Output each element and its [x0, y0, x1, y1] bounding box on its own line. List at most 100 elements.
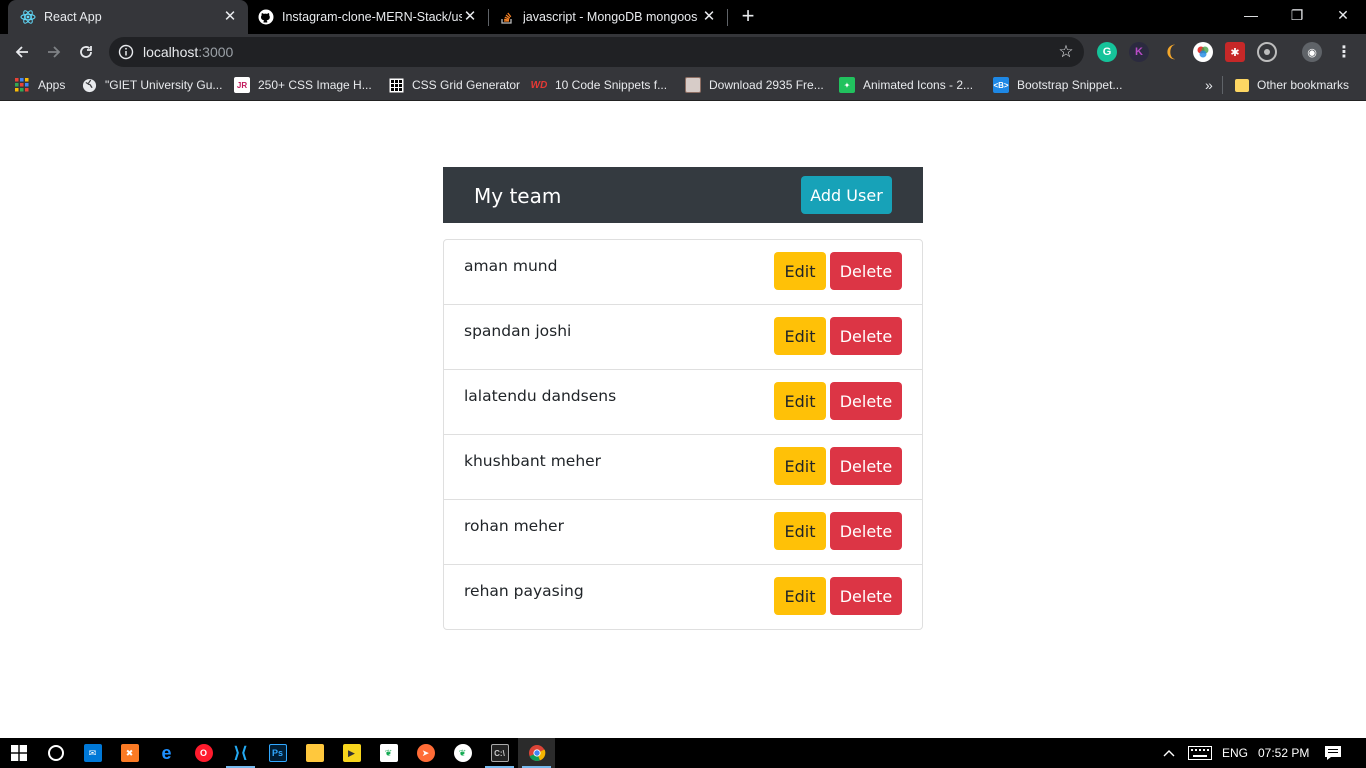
- team-header: My team Add User: [443, 167, 923, 223]
- tab-stackoverflow[interactable]: javascript - MongoDB mongoose ✕: [489, 0, 727, 34]
- bookmarks-overflow-button[interactable]: »: [1205, 76, 1213, 94]
- taskbar-opera[interactable]: O: [185, 738, 222, 768]
- other-bookmarks[interactable]: Other bookmarks: [1235, 76, 1349, 94]
- grammarly-extension-icon[interactable]: G: [1097, 42, 1117, 62]
- bookmark-item[interactable]: Download 2935 Fre...: [685, 76, 824, 94]
- taskbar-postman[interactable]: ➤: [407, 738, 444, 768]
- address-bar[interactable]: localhost:3000 ☆: [109, 37, 1084, 67]
- touch-keyboard-icon[interactable]: [1188, 738, 1212, 768]
- k-extension-icon[interactable]: K: [1129, 42, 1149, 62]
- taskbar-vscode[interactable]: ⟩⟨: [222, 738, 259, 768]
- delete-user-button[interactable]: Delete: [830, 317, 902, 355]
- image-extension-icon[interactable]: ✱: [1225, 42, 1245, 62]
- opera-icon: O: [194, 744, 213, 762]
- edit-user-button[interactable]: Edit: [774, 577, 826, 615]
- taskbar-media-player[interactable]: ▶: [333, 738, 370, 768]
- clock[interactable]: 07:52 PM: [1258, 738, 1309, 768]
- close-tab-icon[interactable]: ✕: [701, 9, 717, 25]
- taskbar-file-explorer[interactable]: [296, 738, 333, 768]
- target-extension-icon[interactable]: [1257, 42, 1277, 62]
- user-row: rehan payasing Edit Delete: [444, 565, 922, 629]
- back-arrow-icon: [15, 46, 28, 58]
- tab-instagram-clone[interactable]: Instagram-clone-MERN-Stack/us ✕: [248, 0, 488, 34]
- page-title: My team: [474, 184, 562, 208]
- edit-user-button[interactable]: Edit: [774, 317, 826, 355]
- minimize-button[interactable]: —: [1228, 0, 1274, 32]
- taskbar-mail[interactable]: ✉: [74, 738, 111, 768]
- photoshop-icon: Ps: [268, 744, 287, 762]
- download-site-icon: [685, 77, 701, 93]
- restore-button[interactable]: ❐: [1274, 0, 1320, 32]
- close-tab-icon[interactable]: ✕: [222, 9, 238, 25]
- user-name: khushbant meher: [464, 452, 602, 470]
- delete-user-button[interactable]: Delete: [830, 447, 902, 485]
- language-indicator[interactable]: ENG: [1222, 738, 1248, 768]
- color-picker-extension-icon[interactable]: [1193, 42, 1213, 62]
- reload-button[interactable]: [73, 39, 99, 65]
- forward-arrow-icon: [48, 46, 61, 58]
- bookmark-label: Other bookmarks: [1257, 78, 1350, 92]
- bookmark-item[interactable]: WD 10 Code Snippets f...: [531, 76, 667, 94]
- postman-icon: ➤: [416, 744, 435, 762]
- close-tab-icon[interactable]: ✕: [462, 9, 478, 25]
- bookmark-item[interactable]: "GIET University Gu...: [81, 76, 222, 94]
- xampp-icon: ✖: [120, 744, 139, 762]
- user-name: rohan meher: [464, 517, 564, 535]
- bookmark-star-icon[interactable]: ☆: [1057, 43, 1075, 61]
- delete-user-button[interactable]: Delete: [830, 382, 902, 420]
- taskbar-cmd[interactable]: C:\: [481, 738, 518, 768]
- taskbar-mongodb-compass[interactable]: ❦: [370, 738, 407, 768]
- add-user-button[interactable]: Add User: [801, 176, 892, 214]
- bookmark-item[interactable]: <B> Bootstrap Snippet...: [993, 76, 1122, 94]
- edge-icon: e: [161, 742, 172, 763]
- profile-avatar-icon[interactable]: ◉: [1302, 42, 1322, 62]
- delete-user-button[interactable]: Delete: [830, 252, 902, 290]
- bookmark-label: Apps: [38, 78, 66, 92]
- cortana-button[interactable]: [37, 738, 74, 768]
- new-tab-button[interactable]: +: [737, 5, 759, 28]
- edit-user-button[interactable]: Edit: [774, 512, 826, 550]
- bookmark-label: 10 Code Snippets f...: [555, 78, 668, 92]
- chrome-icon: [528, 745, 545, 762]
- windows-taskbar: ✉ ✖ e O ⟩⟨ Ps ▶ ❦ ➤ ❦ C:\ ENG 07:52 PM: [0, 738, 1366, 768]
- action-center-icon[interactable]: [1324, 738, 1342, 768]
- bookmark-label: Bootstrap Snippet...: [1017, 78, 1123, 92]
- react-icon: [20, 9, 36, 25]
- delete-user-button[interactable]: Delete: [830, 512, 902, 550]
- tab-title: javascript - MongoDB mongoose: [523, 10, 698, 24]
- start-button[interactable]: [0, 738, 37, 768]
- menu-kebab-icon[interactable]: ⋮: [1334, 42, 1354, 62]
- user-row: khushbant meher Edit Delete: [444, 435, 922, 500]
- taskbar-photoshop[interactable]: Ps: [259, 738, 296, 768]
- edit-user-button[interactable]: Edit: [774, 447, 826, 485]
- bookmark-label: "GIET University Gu...: [105, 78, 223, 92]
- bookmark-item[interactable]: CSS Grid Generator: [388, 76, 520, 94]
- bookmark-item[interactable]: Apps: [14, 76, 65, 94]
- tab-react-app[interactable]: React App ✕: [8, 0, 248, 34]
- forward-button[interactable]: [41, 39, 67, 65]
- taskbar-xampp[interactable]: ✖: [111, 738, 148, 768]
- edit-user-button[interactable]: Edit: [774, 252, 826, 290]
- site-info-icon[interactable]: [118, 44, 134, 60]
- flame-extension-icon[interactable]: ❨: [1161, 42, 1181, 62]
- browser-tab-strip: React App ✕ Instagram-clone-MERN-Stack/u…: [0, 0, 1366, 34]
- mongodb-icon: ❦: [453, 744, 472, 762]
- bookmark-label: 250+ CSS Image H...: [258, 78, 372, 92]
- tray-show-hidden-icon[interactable]: [1163, 738, 1175, 768]
- close-window-button[interactable]: ✕: [1320, 0, 1366, 32]
- bookmark-item[interactable]: ✦ Animated Icons - 2...: [839, 76, 973, 94]
- page-viewport: My team Add User aman mund Edit Delete span…: [0, 102, 1366, 738]
- taskbar-edge[interactable]: e: [148, 738, 185, 768]
- taskbar-mongodb[interactable]: ❦: [444, 738, 481, 768]
- edit-user-button[interactable]: Edit: [774, 382, 826, 420]
- delete-user-button[interactable]: Delete: [830, 577, 902, 615]
- user-row: spandan joshi Edit Delete: [444, 305, 922, 370]
- globe-icon: [81, 77, 97, 93]
- bookmarks-bar: Apps "GIET University Gu... JR 250+ CSS …: [0, 70, 1366, 101]
- url-host: localhost: [143, 44, 199, 60]
- bookmark-item[interactable]: JR 250+ CSS Image H...: [234, 76, 372, 94]
- taskbar-chrome[interactable]: [518, 738, 555, 768]
- tab-title: Instagram-clone-MERN-Stack/us: [282, 10, 462, 24]
- user-name: spandan joshi: [464, 322, 572, 340]
- back-button[interactable]: [9, 39, 35, 65]
